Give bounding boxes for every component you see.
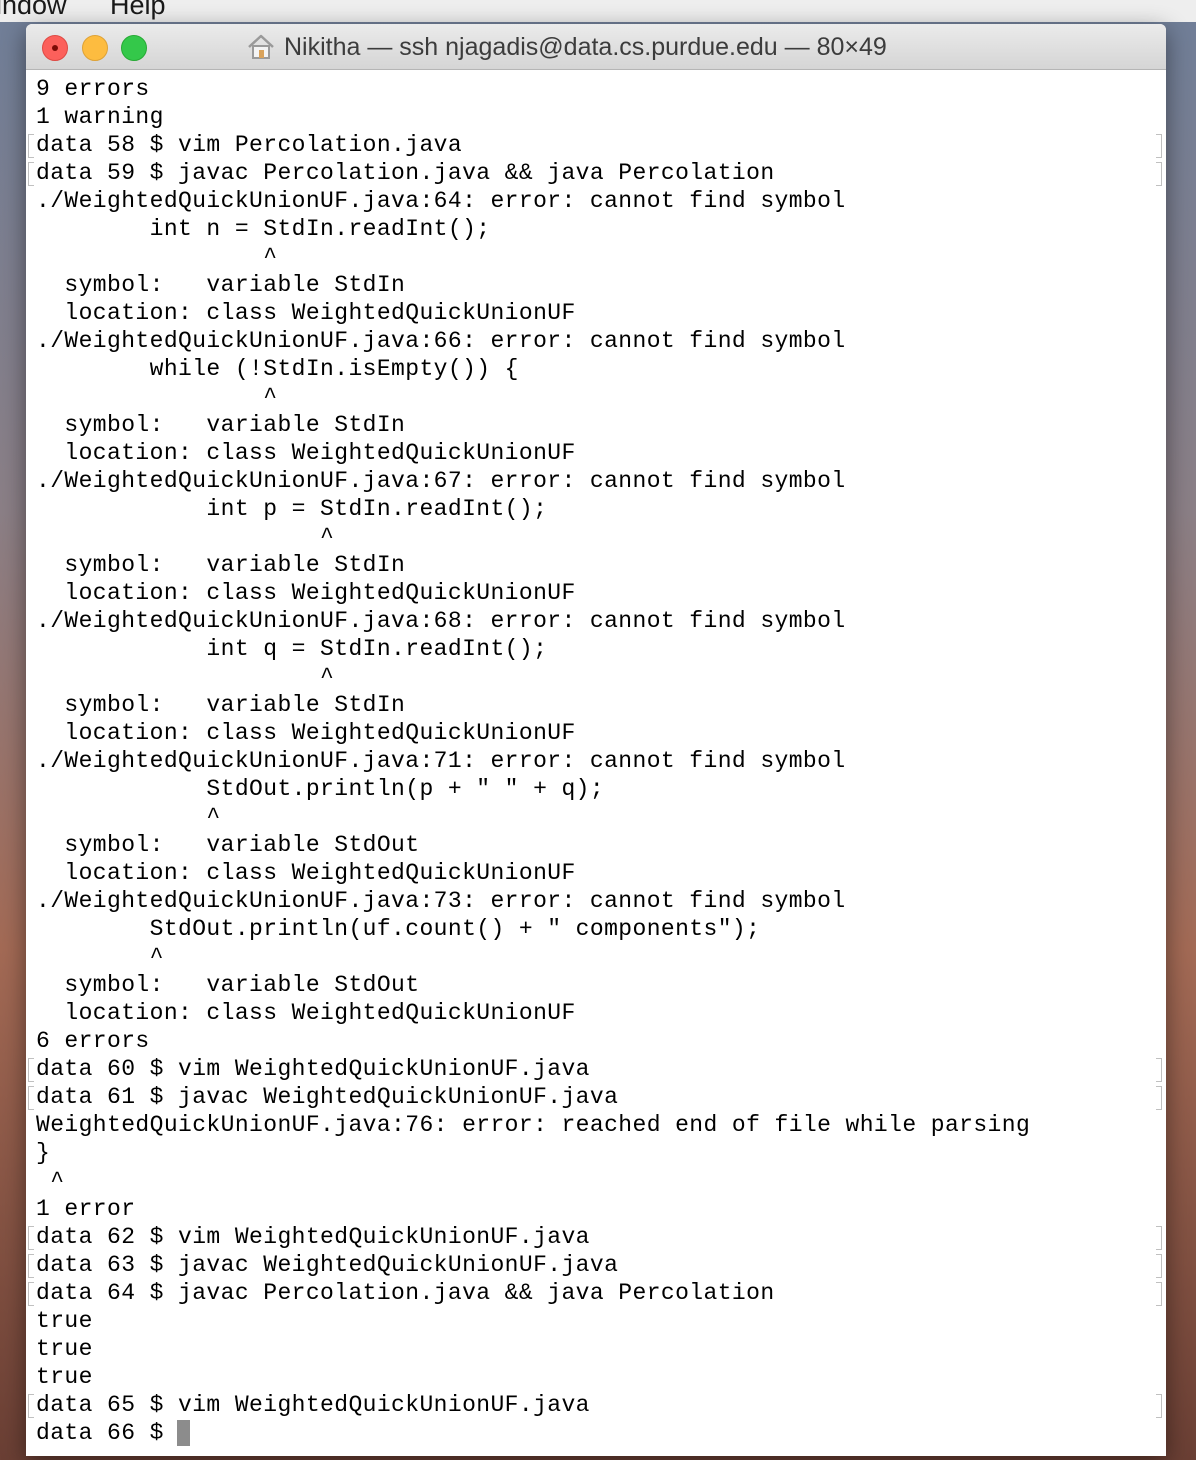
text-cursor (177, 1420, 190, 1446)
terminal-line: data 62 $ vim WeightedQuickUnionUF.java (36, 1224, 590, 1250)
home-icon (248, 34, 274, 59)
prompt-mark-left (28, 1254, 34, 1278)
terminal-line: location: class WeightedQuickUnionUF (36, 1000, 576, 1026)
terminal-line: data 60 $ vim WeightedQuickUnionUF.java (36, 1056, 590, 1082)
minimize-button[interactable] (82, 35, 108, 61)
menu-bar: indow Help (0, 0, 1196, 22)
window-title: Nikitha — ssh njagadis@data.cs.purdue.ed… (246, 33, 887, 61)
terminal-line: } (36, 1140, 51, 1166)
terminal-line: data 65 $ vim WeightedQuickUnionUF.java (36, 1392, 590, 1418)
prompt-mark-right (1156, 1058, 1162, 1082)
terminal-line: while (!StdIn.isEmpty()) { (36, 356, 519, 382)
terminal-line: StdOut.println(uf.count() + " components… (36, 916, 761, 942)
prompt-mark-left (28, 1394, 34, 1418)
terminal-line: ./WeightedQuickUnionUF.java:68: error: c… (36, 608, 846, 634)
terminal-line: location: class WeightedQuickUnionUF (36, 440, 576, 466)
terminal-line: ^ (36, 664, 335, 690)
prompt-mark-right (1156, 1254, 1162, 1278)
terminal-line: ^ (36, 944, 164, 970)
terminal-line: ^ (36, 524, 335, 550)
terminal-output[interactable]: 9 errors 1 warning data 58 $ vim Percolati… (26, 70, 1166, 1456)
terminal-line: location: class WeightedQuickUnionUF (36, 720, 576, 746)
prompt-mark-right (1156, 1282, 1162, 1306)
terminal-line: symbol: variable StdIn (36, 272, 406, 298)
prompt-mark-right (1156, 1086, 1162, 1110)
title-bar[interactable]: Nikitha — ssh njagadis@data.cs.purdue.ed… (26, 24, 1166, 70)
terminal-line: ./WeightedQuickUnionUF.java:64: error: c… (36, 188, 846, 214)
terminal-line: ./WeightedQuickUnionUF.java:73: error: c… (36, 888, 846, 914)
terminal-line: 1 error (36, 1196, 136, 1222)
terminal-line: symbol: variable StdOut (36, 972, 420, 998)
terminal-line: ./WeightedQuickUnionUF.java:66: error: c… (36, 328, 846, 354)
prompt-mark-left (28, 1058, 34, 1082)
terminal-line: int n = StdIn.readInt(); (36, 216, 491, 242)
terminal-line: true (36, 1364, 93, 1390)
terminal-window: Nikitha — ssh njagadis@data.cs.purdue.ed… (26, 24, 1166, 1456)
window-title-text: Nikitha — ssh njagadis@data.cs.purdue.ed… (284, 32, 887, 61)
terminal-line: ^ (36, 384, 278, 410)
terminal-line: location: class WeightedQuickUnionUF (36, 860, 576, 886)
terminal-line: symbol: variable StdIn (36, 412, 406, 438)
prompt-mark-left (28, 1226, 34, 1250)
prompt-mark-left (28, 1086, 34, 1110)
terminal-line: data 66 $ (36, 1420, 179, 1446)
close-button[interactable] (42, 35, 68, 61)
prompt-mark-right (1156, 1394, 1162, 1418)
prompt-mark-left (28, 162, 34, 186)
terminal-line: data 59 $ javac Percolation.java && java… (36, 160, 775, 186)
prompt-mark-left (28, 134, 34, 158)
terminal-line: location: class WeightedQuickUnionUF (36, 580, 576, 606)
terminal-line: data 64 $ javac Percolation.java && java… (36, 1280, 775, 1306)
terminal-line: ./WeightedQuickUnionUF.java:71: error: c… (36, 748, 846, 774)
prompt-mark-right (1156, 134, 1162, 158)
terminal-line: symbol: variable StdOut (36, 832, 420, 858)
terminal-line: data 61 $ javac WeightedQuickUnionUF.jav… (36, 1084, 619, 1110)
terminal-line: ^ (36, 1168, 65, 1194)
terminal-line: symbol: variable StdIn (36, 692, 406, 718)
menu-item-help[interactable]: Help (110, 0, 166, 21)
terminal-line: 1 warning (36, 104, 164, 130)
terminal-line: int p = StdIn.readInt(); (36, 496, 548, 522)
menu-item-window[interactable]: indow (0, 0, 67, 21)
terminal-line: StdOut.println(p + " " + q); (36, 776, 605, 802)
terminal-line: ^ (36, 804, 221, 830)
terminal-line: symbol: variable StdIn (36, 552, 406, 578)
terminal-line: true (36, 1308, 93, 1334)
terminal-line: 9 errors (36, 76, 150, 102)
terminal-line: WeightedQuickUnionUF.java:76: error: rea… (36, 1112, 1031, 1138)
zoom-button[interactable] (121, 35, 147, 61)
terminal-line: int q = StdIn.readInt(); (36, 636, 548, 662)
terminal-line: data 58 $ vim Percolation.java (36, 132, 463, 158)
prompt-mark-left (28, 1282, 34, 1306)
prompt-mark-right (1156, 1226, 1162, 1250)
close-dot-icon (52, 45, 58, 51)
terminal-line: data 63 $ javac WeightedQuickUnionUF.jav… (36, 1252, 619, 1278)
terminal-line: 6 errors (36, 1028, 150, 1054)
terminal-line: location: class WeightedQuickUnionUF (36, 300, 576, 326)
terminal-line: ^ (36, 244, 278, 270)
prompt-mark-right (1156, 162, 1162, 186)
terminal-line: ./WeightedQuickUnionUF.java:67: error: c… (36, 468, 846, 494)
terminal-line: true (36, 1336, 93, 1362)
